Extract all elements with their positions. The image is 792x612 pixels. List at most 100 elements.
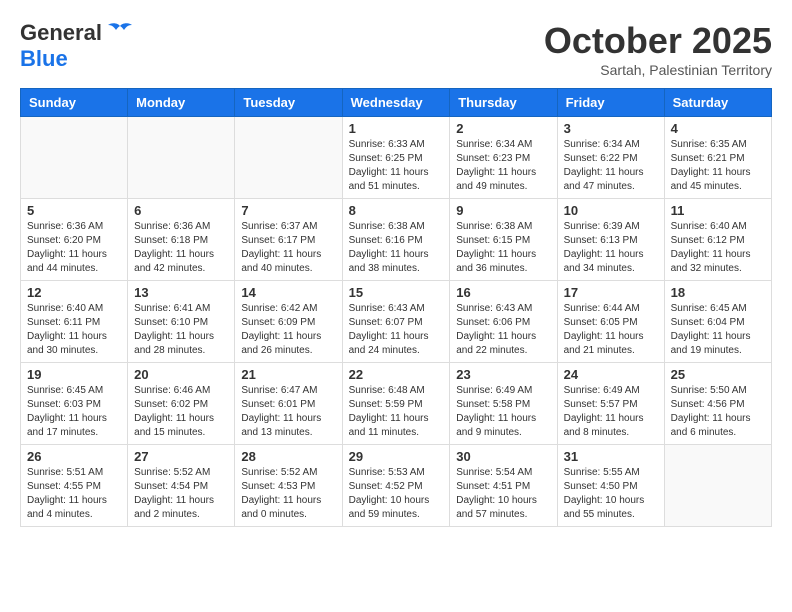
day-info: Sunrise: 6:45 AM Sunset: 6:03 PM Dayligh… bbox=[27, 384, 121, 440]
calendar-day-cell: 8 Sunrise: 6:38 AM Sunset: 6:16 PM Daylig… bbox=[342, 199, 450, 281]
day-number: 20 bbox=[134, 367, 228, 382]
day-info: Sunrise: 6:46 AM Sunset: 6:02 PM Dayligh… bbox=[134, 384, 228, 440]
day-number: 5 bbox=[27, 203, 121, 218]
calendar-day-cell: 24 Sunrise: 6:49 AM Sunset: 5:57 PM Dayli… bbox=[557, 363, 664, 445]
day-info: Sunrise: 6:35 AM Sunset: 6:21 PM Dayligh… bbox=[671, 138, 765, 194]
day-info: Sunrise: 6:40 AM Sunset: 6:11 PM Dayligh… bbox=[27, 302, 121, 358]
day-number: 1 bbox=[349, 121, 444, 136]
calendar-day-cell bbox=[128, 117, 235, 199]
day-info: Sunrise: 5:52 AM Sunset: 4:53 PM Dayligh… bbox=[241, 466, 335, 522]
calendar-day-cell: 11 Sunrise: 6:40 AM Sunset: 6:12 PM Dayli… bbox=[664, 199, 771, 281]
day-info: Sunrise: 6:49 AM Sunset: 5:58 PM Dayligh… bbox=[456, 384, 550, 440]
calendar-day-cell bbox=[664, 445, 771, 527]
day-info: Sunrise: 6:38 AM Sunset: 6:15 PM Dayligh… bbox=[456, 220, 550, 276]
day-number: 14 bbox=[241, 285, 335, 300]
calendar-day-cell: 18Sunrise: 6:45 AM Sunset: 6:04 PM Dayli… bbox=[664, 281, 771, 363]
day-number: 22 bbox=[349, 367, 444, 382]
calendar-day-cell bbox=[21, 117, 128, 199]
day-info: Sunrise: 6:38 AM Sunset: 6:16 PM Dayligh… bbox=[349, 220, 444, 276]
day-info: Sunrise: 6:33 AM Sunset: 6:25 PM Dayligh… bbox=[349, 138, 444, 194]
day-number: 8 bbox=[349, 203, 444, 218]
calendar-day-cell: 21 Sunrise: 6:47 AM Sunset: 6:01 PM Dayli… bbox=[235, 363, 342, 445]
day-info: Sunrise: 5:51 AM Sunset: 4:55 PM Dayligh… bbox=[27, 466, 121, 522]
calendar-day-cell: 14 Sunrise: 6:42 AM Sunset: 6:09 PM Dayli… bbox=[235, 281, 342, 363]
calendar-day-cell: 29Sunrise: 5:53 AM Sunset: 4:52 PM Dayli… bbox=[342, 445, 450, 527]
calendar-header-tuesday: Tuesday bbox=[235, 89, 342, 117]
day-number: 16 bbox=[456, 285, 550, 300]
day-info: Sunrise: 5:53 AM Sunset: 4:52 PM Dayligh… bbox=[349, 466, 444, 522]
day-number: 17 bbox=[564, 285, 658, 300]
calendar-day-cell: 13 Sunrise: 6:41 AM Sunset: 6:10 PM Dayli… bbox=[128, 281, 235, 363]
calendar-day-cell: 7 Sunrise: 6:37 AM Sunset: 6:17 PM Daylig… bbox=[235, 199, 342, 281]
calendar-day-cell: 4 Sunrise: 6:35 AM Sunset: 6:21 PM Daylig… bbox=[664, 117, 771, 199]
day-info: Sunrise: 6:42 AM Sunset: 6:09 PM Dayligh… bbox=[241, 302, 335, 358]
calendar-week-row: 5 Sunrise: 6:36 AM Sunset: 6:20 PM Daylig… bbox=[21, 199, 772, 281]
calendar-day-cell: 1 Sunrise: 6:33 AM Sunset: 6:25 PM Daylig… bbox=[342, 117, 450, 199]
day-info: Sunrise: 6:48 AM Sunset: 5:59 PM Dayligh… bbox=[349, 384, 444, 440]
day-info: Sunrise: 6:37 AM Sunset: 6:17 PM Dayligh… bbox=[241, 220, 335, 276]
day-number: 15 bbox=[349, 285, 444, 300]
day-info: Sunrise: 5:52 AM Sunset: 4:54 PM Dayligh… bbox=[134, 466, 228, 522]
day-info: Sunrise: 6:47 AM Sunset: 6:01 PM Dayligh… bbox=[241, 384, 335, 440]
calendar-day-cell bbox=[235, 117, 342, 199]
calendar-day-cell: 19 Sunrise: 6:45 AM Sunset: 6:03 PM Dayli… bbox=[21, 363, 128, 445]
day-number: 27 bbox=[134, 449, 228, 464]
calendar-header-wednesday: Wednesday bbox=[342, 89, 450, 117]
day-number: 23 bbox=[456, 367, 550, 382]
calendar-week-row: 1 Sunrise: 6:33 AM Sunset: 6:25 PM Daylig… bbox=[21, 117, 772, 199]
day-number: 19 bbox=[27, 367, 121, 382]
logo-blue-text: Blue bbox=[20, 46, 68, 72]
day-info: Sunrise: 6:43 AM Sunset: 6:07 PM Dayligh… bbox=[349, 302, 444, 358]
day-info: Sunrise: 6:34 AM Sunset: 6:22 PM Dayligh… bbox=[564, 138, 658, 194]
day-number: 21 bbox=[241, 367, 335, 382]
logo: General Blue bbox=[20, 20, 134, 72]
calendar-day-cell: 5 Sunrise: 6:36 AM Sunset: 6:20 PM Daylig… bbox=[21, 199, 128, 281]
day-number: 24 bbox=[564, 367, 658, 382]
day-number: 2 bbox=[456, 121, 550, 136]
calendar-day-cell: 28Sunrise: 5:52 AM Sunset: 4:53 PM Dayli… bbox=[235, 445, 342, 527]
calendar-day-cell: 2 Sunrise: 6:34 AM Sunset: 6:23 PM Daylig… bbox=[450, 117, 557, 199]
calendar-header-sunday: Sunday bbox=[21, 89, 128, 117]
day-number: 31 bbox=[564, 449, 658, 464]
day-number: 3 bbox=[564, 121, 658, 136]
day-info: Sunrise: 6:43 AM Sunset: 6:06 PM Dayligh… bbox=[456, 302, 550, 358]
day-info: Sunrise: 6:44 AM Sunset: 6:05 PM Dayligh… bbox=[564, 302, 658, 358]
day-number: 12 bbox=[27, 285, 121, 300]
day-number: 30 bbox=[456, 449, 550, 464]
calendar-day-cell: 30Sunrise: 5:54 AM Sunset: 4:51 PM Dayli… bbox=[450, 445, 557, 527]
month-title: October 2025 bbox=[544, 20, 772, 62]
day-info: Sunrise: 5:55 AM Sunset: 4:50 PM Dayligh… bbox=[564, 466, 658, 522]
calendar-day-cell: 16 Sunrise: 6:43 AM Sunset: 6:06 PM Dayli… bbox=[450, 281, 557, 363]
title-section: October 2025 Sartah, Palestinian Territo… bbox=[544, 20, 772, 78]
calendar-header-monday: Monday bbox=[128, 89, 235, 117]
calendar-day-cell: 31 Sunrise: 5:55 AM Sunset: 4:50 PM Dayli… bbox=[557, 445, 664, 527]
calendar-day-cell: 3 Sunrise: 6:34 AM Sunset: 6:22 PM Daylig… bbox=[557, 117, 664, 199]
calendar-day-cell: 12 Sunrise: 6:40 AM Sunset: 6:11 PM Dayli… bbox=[21, 281, 128, 363]
calendar-day-cell: 22 Sunrise: 6:48 AM Sunset: 5:59 PM Dayli… bbox=[342, 363, 450, 445]
day-number: 7 bbox=[241, 203, 335, 218]
calendar-day-cell: 10Sunrise: 6:39 AM Sunset: 6:13 PM Dayli… bbox=[557, 199, 664, 281]
day-info: Sunrise: 5:50 AM Sunset: 4:56 PM Dayligh… bbox=[671, 384, 765, 440]
calendar-header-thursday: Thursday bbox=[450, 89, 557, 117]
day-number: 13 bbox=[134, 285, 228, 300]
day-number: 4 bbox=[671, 121, 765, 136]
day-info: Sunrise: 6:36 AM Sunset: 6:18 PM Dayligh… bbox=[134, 220, 228, 276]
day-info: Sunrise: 6:41 AM Sunset: 6:10 PM Dayligh… bbox=[134, 302, 228, 358]
calendar-day-cell: 17 Sunrise: 6:44 AM Sunset: 6:05 PM Dayli… bbox=[557, 281, 664, 363]
day-info: Sunrise: 6:39 AM Sunset: 6:13 PM Dayligh… bbox=[564, 220, 658, 276]
day-info: Sunrise: 6:36 AM Sunset: 6:20 PM Dayligh… bbox=[27, 220, 121, 276]
day-info: Sunrise: 6:40 AM Sunset: 6:12 PM Dayligh… bbox=[671, 220, 765, 276]
day-number: 25 bbox=[671, 367, 765, 382]
calendar-header-saturday: Saturday bbox=[664, 89, 771, 117]
page-header: General Blue October 2025 Sartah, Palest… bbox=[20, 20, 772, 78]
day-info: Sunrise: 6:34 AM Sunset: 6:23 PM Dayligh… bbox=[456, 138, 550, 194]
calendar-day-cell: 6Sunrise: 6:36 AM Sunset: 6:18 PM Daylig… bbox=[128, 199, 235, 281]
calendar-day-cell: 20 Sunrise: 6:46 AM Sunset: 6:02 PM Dayli… bbox=[128, 363, 235, 445]
calendar-header-row: SundayMondayTuesdayWednesdayThursdayFrid… bbox=[21, 89, 772, 117]
day-number: 9 bbox=[456, 203, 550, 218]
calendar-day-cell: 27 Sunrise: 5:52 AM Sunset: 4:54 PM Dayli… bbox=[128, 445, 235, 527]
day-info: Sunrise: 6:45 AM Sunset: 6:04 PM Dayligh… bbox=[671, 302, 765, 358]
day-number: 11 bbox=[671, 203, 765, 218]
logo-bird-icon bbox=[106, 22, 134, 44]
day-info: Sunrise: 6:49 AM Sunset: 5:57 PM Dayligh… bbox=[564, 384, 658, 440]
